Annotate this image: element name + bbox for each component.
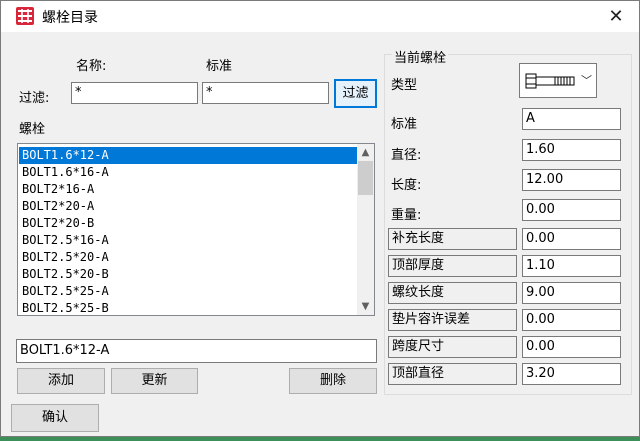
bolt-listbox[interactable]: BOLT1.6*12-A BOLT1.6*16-A BOLT2*16-A BOL… [17, 143, 375, 316]
list-scrollbar[interactable]: ▲ ▼ [357, 144, 374, 315]
prop-label-span-size: 跨度尺寸 [388, 336, 517, 358]
prop-label-extra-length: 补充长度 [388, 228, 517, 250]
prop-label-standard: 标准 [391, 117, 418, 132]
standard-filter-input[interactable]: * [202, 82, 329, 104]
bolt-catalog-dialog: 螺栓目录 ✕ 名称: 标准 过滤: * * 过滤 螺栓 BOLT1.6*12-A… [0, 0, 640, 437]
standard-column-header: 标准 [206, 59, 233, 74]
list-item[interactable]: BOLT2.5*20-A [19, 249, 357, 266]
prop-value-head-thickness[interactable]: 1.10 [522, 255, 621, 277]
prop-label-washer-tolerance: 垫片容许误差 [388, 309, 517, 331]
bolt-name-input[interactable]: BOLT1.6*12-A [16, 339, 377, 363]
bolt-icon [525, 73, 575, 89]
type-combobox[interactable]: ﹀ [519, 63, 597, 98]
list-item[interactable]: BOLT2*20-A [19, 198, 357, 215]
prop-label-diameter: 直径: [391, 148, 422, 163]
prop-value-diameter[interactable]: 1.60 [522, 139, 621, 161]
name-column-header: 名称: [76, 59, 107, 74]
add-button[interactable]: 添加 [17, 368, 105, 394]
confirm-button[interactable]: 确认 [11, 404, 99, 432]
prop-value-head-diameter[interactable]: 3.20 [522, 363, 621, 385]
list-item[interactable]: BOLT2.5*16-A [19, 232, 357, 249]
scroll-thumb[interactable] [358, 161, 373, 195]
update-button[interactable]: 更新 [111, 368, 198, 394]
close-button[interactable]: ✕ [593, 1, 639, 32]
prop-value-standard[interactable]: A [522, 108, 621, 130]
prop-value-length[interactable]: 12.00 [522, 169, 621, 191]
prop-value-washer-tolerance[interactable]: 0.00 [522, 309, 621, 331]
prop-label-head-thickness: 顶部厚度 [388, 255, 517, 277]
prop-value-extra-length[interactable]: 0.00 [522, 228, 621, 250]
close-icon: ✕ [608, 6, 624, 27]
title-bar: 螺栓目录 ✕ [1, 1, 639, 32]
prop-value-weight[interactable]: 0.00 [522, 199, 621, 221]
filter-button[interactable]: 过滤 [334, 79, 377, 108]
list-item[interactable]: BOLT2*16-A [19, 181, 357, 198]
bolt-list-items: BOLT1.6*12-A BOLT1.6*16-A BOLT2*16-A BOL… [19, 147, 357, 315]
current-bolt-title: 当前螺栓 [392, 47, 449, 66]
chevron-down-icon[interactable]: ﹀ [581, 72, 592, 88]
list-item-selected[interactable]: BOLT1.6*12-A [19, 147, 357, 164]
window-title: 螺栓目录 [42, 10, 98, 26]
prop-label-thread-length: 螺纹长度 [388, 282, 517, 304]
app-grid-icon [16, 7, 34, 25]
list-item[interactable]: BOLT2.5*20-B [19, 266, 357, 283]
list-item[interactable]: BOLT2.5*25-B [19, 300, 357, 315]
list-item[interactable]: BOLT2.5*25-A [19, 283, 357, 300]
list-item[interactable]: BOLT2*20-B [19, 215, 357, 232]
prop-label-head-diameter: 顶部直径 [388, 363, 517, 385]
scroll-down-icon[interactable]: ▼ [357, 298, 374, 315]
prop-value-span-size[interactable]: 0.00 [522, 336, 621, 358]
type-label: 类型 [391, 78, 418, 93]
scroll-up-icon[interactable]: ▲ [357, 144, 374, 161]
prop-label-length: 长度: [391, 178, 422, 193]
filter-label: 过滤: [19, 91, 50, 106]
bolt-list-label: 螺栓 [19, 122, 46, 137]
list-item[interactable]: BOLT1.6*16-A [19, 164, 357, 181]
delete-button[interactable]: 删除 [289, 368, 377, 394]
prop-value-thread-length[interactable]: 9.00 [522, 282, 621, 304]
name-filter-input[interactable]: * [71, 82, 198, 104]
prop-label-weight: 重量: [391, 208, 422, 223]
